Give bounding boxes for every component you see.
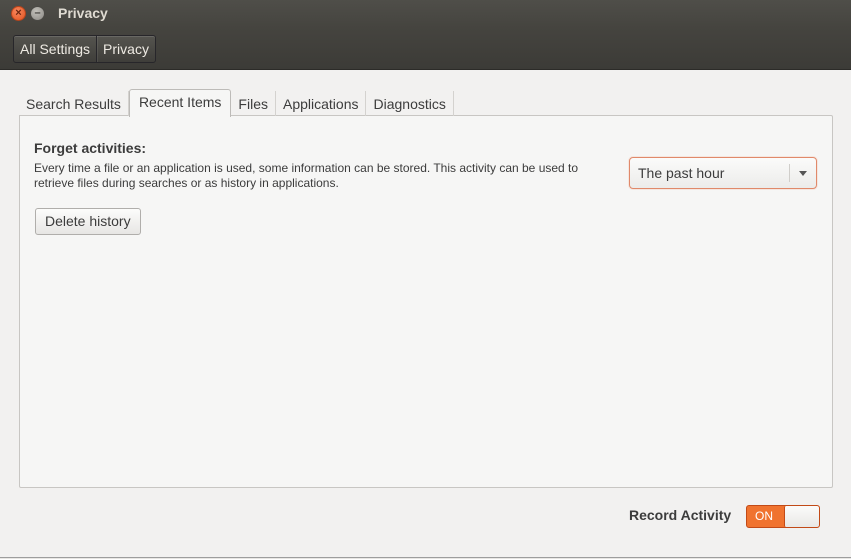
privacy-window: × – Privacy All Settings Privacy Search … [0, 0, 851, 558]
recent-items-panel: Forget activities: Every time a file or … [19, 115, 833, 488]
toggle-state-text: ON [755, 509, 773, 523]
chevron-down-icon [799, 171, 807, 176]
forget-period-value: The past hour [638, 165, 725, 181]
toggle-knob[interactable] [784, 506, 819, 527]
record-activity-label: Record Activity [629, 507, 732, 523]
close-icon[interactable]: × [11, 6, 26, 21]
toolbar: All Settings Privacy [0, 28, 851, 70]
tab-bar: Search Results Recent Items Files Applic… [19, 89, 454, 117]
tab-search-results[interactable]: Search Results [19, 91, 129, 116]
forget-period-dropdown[interactable]: The past hour [629, 157, 817, 189]
all-settings-button[interactable]: All Settings [14, 36, 96, 62]
dropdown-divider [789, 164, 790, 182]
tab-applications[interactable]: Applications [276, 91, 367, 116]
title-bar: × – Privacy [0, 0, 851, 28]
delete-history-button[interactable]: Delete history [35, 208, 141, 235]
breadcrumb: All Settings Privacy [13, 35, 156, 63]
tab-files[interactable]: Files [231, 91, 276, 116]
forget-heading: Forget activities: [34, 140, 147, 156]
tab-diagnostics[interactable]: Diagnostics [366, 91, 454, 116]
forget-description: Every time a file or an application is u… [34, 161, 579, 190]
record-activity-toggle[interactable]: ON [746, 505, 820, 528]
privacy-crumb-button[interactable]: Privacy [96, 36, 155, 62]
minimize-icon[interactable]: – [30, 6, 45, 21]
tab-recent-items[interactable]: Recent Items [128, 89, 232, 117]
window-title: Privacy [58, 5, 108, 21]
